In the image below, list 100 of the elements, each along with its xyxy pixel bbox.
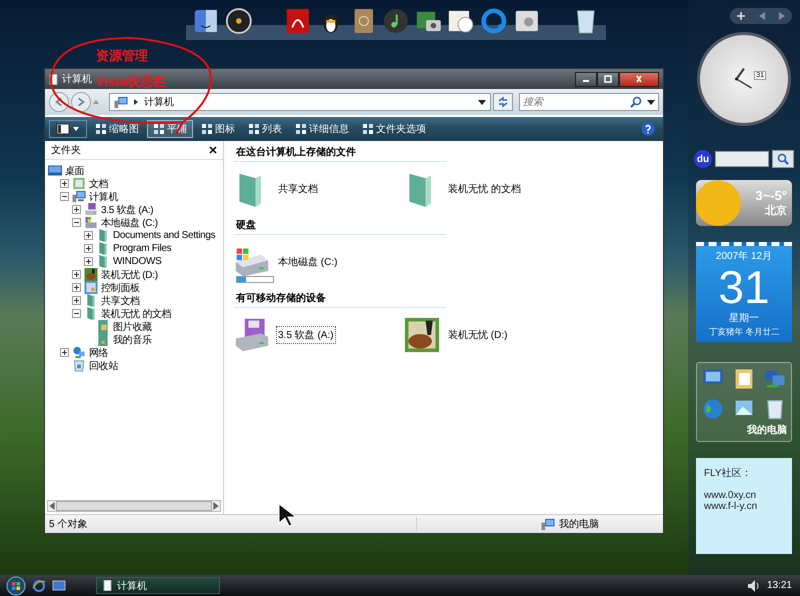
close-icon[interactable] xyxy=(209,146,217,154)
globe-icon[interactable] xyxy=(701,397,726,421)
section-heading: 有可移动存储的设备 xyxy=(234,289,446,308)
tree-item[interactable]: 文档 xyxy=(89,176,108,190)
view-button[interactable]: 列表 xyxy=(243,120,287,138)
grid-icon xyxy=(362,123,374,135)
taskbar-button[interactable]: 计算机 xyxy=(96,577,220,594)
search-logo: du xyxy=(694,150,712,168)
chevron-icon[interactable] xyxy=(134,99,138,105)
annotation-text: 资源管理 xyxy=(96,47,149,65)
gadget-controls[interactable] xyxy=(730,8,792,24)
tree-item[interactable]: 回收站 xyxy=(89,358,118,372)
tree-item[interactable]: 装机无忧 (D:) xyxy=(101,268,158,282)
tree-item[interactable]: 我的音乐 xyxy=(113,332,152,346)
view-button[interactable]: 图标 xyxy=(196,120,240,138)
view-button[interactable]: 缩略图 xyxy=(90,120,144,138)
expand-box[interactable] xyxy=(60,179,69,188)
show-desktop-icon[interactable] xyxy=(52,578,66,592)
expand-box[interactable] xyxy=(72,270,81,279)
recycle-bin-icon xyxy=(72,359,86,372)
collapse-box[interactable] xyxy=(60,192,69,201)
tree-item[interactable]: 桌面 xyxy=(65,164,84,178)
scroll-right-icon[interactable] xyxy=(212,502,220,510)
teapot-picture-icon xyxy=(84,268,98,281)
q-ring-icon[interactable] xyxy=(480,6,508,36)
refresh-icon xyxy=(497,96,509,108)
address-field[interactable]: 计算机 xyxy=(109,93,491,111)
computer-icon xyxy=(114,96,128,108)
expand-box[interactable] xyxy=(72,283,81,292)
tree-item[interactable]: Documents and Settings xyxy=(113,230,216,241)
speaker-icon[interactable] xyxy=(746,578,761,592)
collapse-box[interactable] xyxy=(72,309,81,318)
tree-item[interactable]: 计算机 xyxy=(89,190,118,204)
maximize-button[interactable] xyxy=(597,72,619,86)
dial-icon[interactable] xyxy=(224,6,252,36)
grid-icon xyxy=(201,123,213,135)
computer-icon xyxy=(541,518,555,530)
layout-icon xyxy=(54,123,82,135)
dropdown-icon[interactable] xyxy=(478,100,486,104)
search-field[interactable] xyxy=(715,151,769,167)
sun-icon xyxy=(696,180,742,226)
forward-button[interactable] xyxy=(71,92,91,112)
scroll-left-icon[interactable] xyxy=(48,502,56,510)
note-heading: FLY社区： xyxy=(704,466,753,480)
next-icon[interactable] xyxy=(779,12,785,20)
search-icon[interactable] xyxy=(630,96,642,108)
expand-box[interactable] xyxy=(60,348,69,357)
city-name: 北京 xyxy=(765,204,787,218)
item-label[interactable]: 本地磁盘 (C:) xyxy=(276,253,340,271)
tree-item[interactable]: WINDOWS xyxy=(113,256,162,267)
item-label[interactable]: 装机无忧 的文档 xyxy=(446,180,523,198)
calendar-day: 31 xyxy=(718,263,770,311)
collapse-box[interactable] xyxy=(72,218,81,227)
teapot-picture-icon xyxy=(404,317,440,353)
item-label[interactable]: 3.5 软盘 (A:) xyxy=(276,326,336,344)
section-heading: 硬盘 xyxy=(234,216,446,235)
tree-item[interactable]: Program Files xyxy=(113,243,172,254)
usage-bar xyxy=(236,276,274,283)
tree-item[interactable]: 控制面板 xyxy=(101,280,140,294)
expand-box[interactable] xyxy=(72,205,81,214)
plus-icon[interactable] xyxy=(737,12,745,20)
tree-item[interactable]: 图片收藏 xyxy=(113,320,152,334)
grid-icon xyxy=(295,123,307,135)
expand-box[interactable] xyxy=(84,244,93,253)
address-crumb[interactable]: 计算机 xyxy=(144,95,174,109)
previous-icon[interactable] xyxy=(759,12,765,20)
grid-icon xyxy=(153,123,165,135)
annotation-text: Vista状态栏 xyxy=(96,73,166,91)
expand-box[interactable] xyxy=(84,257,93,266)
tree-item[interactable]: 3.5 软盘 (A:) xyxy=(101,202,154,216)
view-button[interactable]: 详细信息 xyxy=(290,120,354,138)
document-folder-icon xyxy=(72,177,86,190)
tree-item[interactable]: 本地磁盘 (C:) xyxy=(101,216,158,230)
start-button[interactable] xyxy=(6,576,26,596)
clock-time: 13:21 xyxy=(766,580,792,591)
search-button[interactable] xyxy=(772,150,794,168)
document-icon[interactable] xyxy=(284,6,312,36)
location-text: 我的电脑 xyxy=(559,518,600,531)
music-note-icon[interactable] xyxy=(382,6,410,36)
refresh-button[interactable] xyxy=(493,93,513,111)
browser-icon[interactable] xyxy=(32,578,46,592)
view-button[interactable]: 文件夹选项 xyxy=(357,120,431,138)
close-button[interactable] xyxy=(619,72,659,86)
horizontal-scrollbar[interactable] xyxy=(47,500,221,512)
tree-item[interactable]: 装机无忧 的文档 xyxy=(101,306,172,320)
floppy-drive-icon xyxy=(234,317,270,353)
search-icon xyxy=(777,153,789,165)
item-label[interactable]: 装机无忧 (D:) xyxy=(446,326,510,344)
expand-box[interactable] xyxy=(84,231,93,240)
dropdown-icon[interactable] xyxy=(647,100,655,104)
back-button[interactable] xyxy=(49,92,69,112)
item-label[interactable]: 共享文档 xyxy=(276,180,320,198)
calendar-weekday: 星期一 xyxy=(729,312,759,325)
tree-item[interactable]: 共享文档 xyxy=(101,294,140,308)
help-icon[interactable] xyxy=(641,122,655,136)
expand-box[interactable] xyxy=(72,296,81,305)
tree-item[interactable]: 网络 xyxy=(89,346,108,360)
layout-button[interactable] xyxy=(49,120,87,138)
minimize-button[interactable] xyxy=(575,72,597,86)
search-field[interactable]: 搜索 xyxy=(519,93,659,111)
